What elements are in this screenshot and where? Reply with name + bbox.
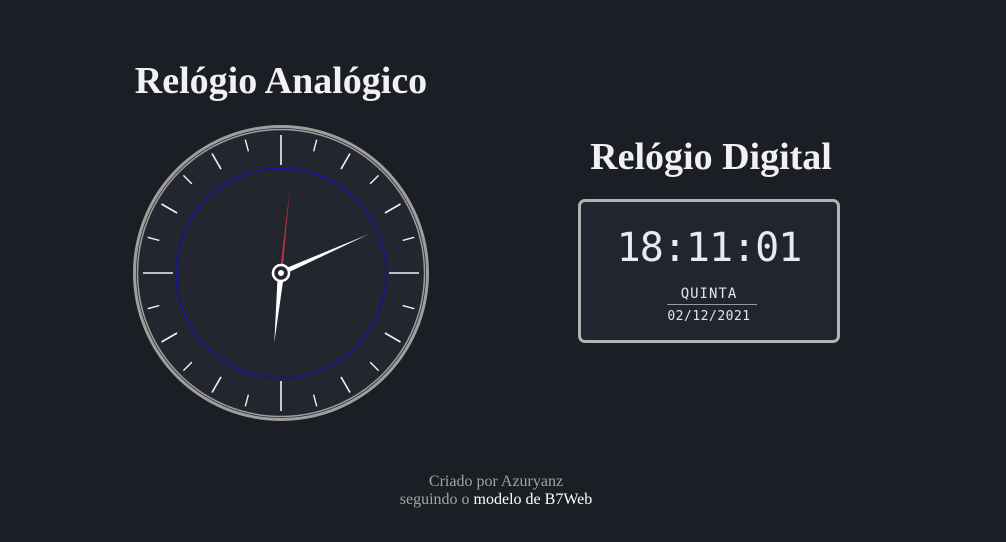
footer: Criado por Azuryanz seguindo o modelo de…: [0, 473, 992, 509]
digital-weekday: QUINTA: [680, 286, 738, 302]
footer-credit: Criado por Azuryanz: [428, 473, 564, 490]
digital-clock-panel: 18:11:01 QUINTA 02/12/2021: [578, 199, 840, 343]
clock-center-dot: [278, 270, 284, 276]
digital-divider: [667, 304, 757, 305]
digital-date: 02/12/2021: [667, 309, 751, 324]
footer-prefix: seguindo o: [399, 491, 474, 508]
b7web-link[interactable]: modelo de B7Web: [474, 491, 593, 508]
footer-template-credit: seguindo o modelo de B7Web: [0, 491, 992, 509]
digital-time: 18:11:01: [616, 225, 803, 271]
analog-clock: [133, 125, 429, 421]
analog-clock-title: Relógio Analógico: [134, 60, 428, 102]
digital-clock-title: Relógio Digital: [590, 136, 832, 178]
